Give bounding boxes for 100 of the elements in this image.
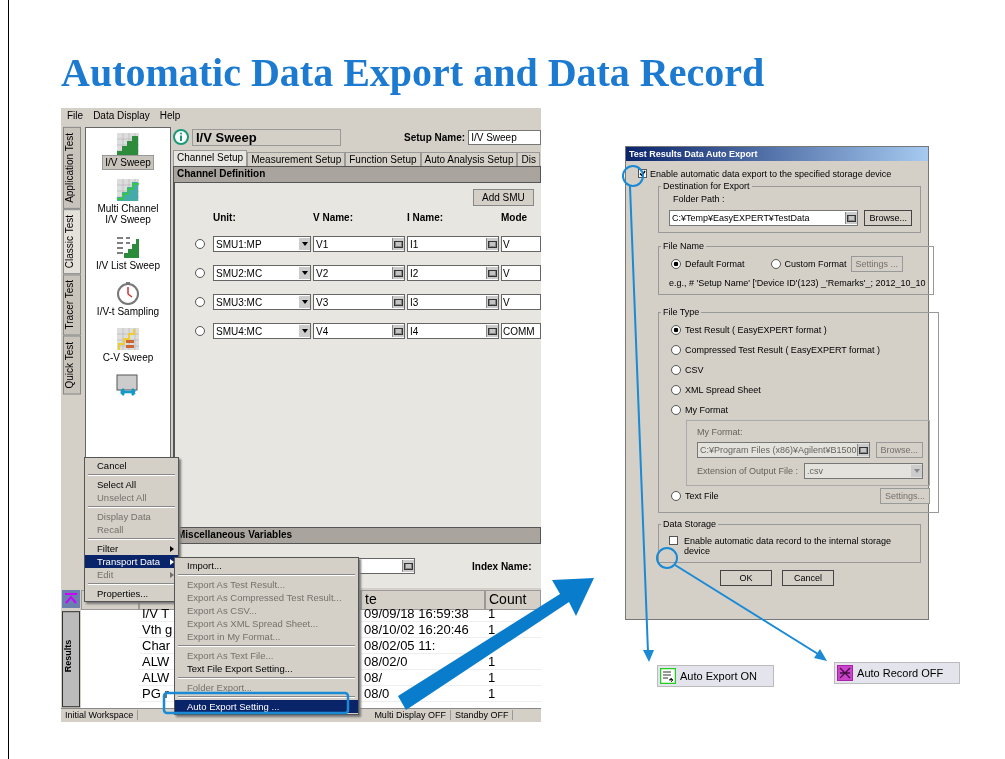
- column-header: Mode: [501, 212, 529, 224]
- radio-label: XML Spread Sheet: [685, 385, 761, 395]
- step-chart-icon[interactable]: [116, 132, 140, 157]
- v-name-field[interactable]: V3: [313, 294, 405, 311]
- mode-field[interactable]: COMM: [501, 323, 541, 340]
- step-chart-icon[interactable]: [116, 235, 140, 260]
- table-cell: 08/10/02 16:20:46: [361, 622, 485, 639]
- unit-dropdown[interactable]: SMU2:MC: [213, 265, 311, 282]
- menu-bar-item[interactable]: Data Display: [93, 110, 150, 122]
- setup-name-label: Setup Name:: [404, 131, 466, 143]
- radio-button[interactable]: [671, 259, 681, 269]
- dropdown-arrow-icon[interactable]: [301, 271, 308, 276]
- radio-label: Compressed Test Result ( EasyEXPERT format ): [685, 345, 881, 355]
- mode-field[interactable]: V: [501, 265, 541, 282]
- side-tab[interactable]: Quick Test: [63, 335, 81, 395]
- v-name-field[interactable]: V4: [313, 323, 405, 340]
- v-name-field[interactable]: V1: [313, 236, 405, 253]
- menu-bar-item[interactable]: File: [67, 110, 84, 122]
- monitor-icon[interactable]: [116, 373, 140, 398]
- dialog-button[interactable]: Cancel: [782, 570, 834, 586]
- i-name-field[interactable]: I2: [407, 265, 499, 282]
- radio-button[interactable]: [671, 405, 681, 415]
- setup-name-field[interactable]: I/V Sweep: [468, 129, 541, 145]
- test-label[interactable]: C-V Sweep: [100, 351, 156, 365]
- i-name-field[interactable]: I1: [407, 236, 499, 253]
- radio-button[interactable]: [671, 491, 681, 501]
- column-header: I Name:: [407, 212, 445, 224]
- test-label[interactable]: I/V Sweep: [103, 156, 153, 170]
- group-legend: Data Storage: [661, 519, 719, 529]
- group-legend: File Type: [661, 307, 702, 317]
- test-label[interactable]: Multi Channel I/V Sweep: [88, 202, 168, 227]
- mode-field[interactable]: V: [501, 236, 541, 253]
- checkbox[interactable]: [669, 536, 678, 545]
- status-indicator[interactable]: Auto Record OFF: [834, 662, 961, 684]
- tab[interactable]: Measurement Setup: [247, 152, 346, 167]
- radio-button[interactable]: [671, 365, 681, 375]
- tab[interactable]: Function Setup: [345, 152, 421, 167]
- table-cell: 09/09/18 16:59:38: [361, 606, 485, 623]
- add-smu-button[interactable]: Add SMU: [473, 189, 534, 207]
- side-tab[interactable]: Application Test: [63, 127, 81, 210]
- radio-label: Test Result ( EasyEXPERT format ): [685, 325, 827, 335]
- tab[interactable]: Dis: [517, 152, 540, 167]
- menu-item[interactable]: Filter: [85, 542, 178, 555]
- dialog-title: Test Results Data Auto Export: [626, 147, 928, 161]
- radio-label: My Format: [685, 405, 728, 415]
- radio-label: CSV: [685, 365, 704, 375]
- mode-field[interactable]: V: [501, 294, 541, 311]
- slide-title: Automatic Data Export and Data Record: [60, 49, 766, 97]
- menu-item[interactable]: Import...: [175, 559, 358, 572]
- radio-button[interactable]: [671, 385, 681, 395]
- browse-button[interactable]: Browse...: [864, 210, 912, 226]
- group-legend: File Name: [661, 241, 706, 251]
- radio-button[interactable]: [770, 259, 781, 269]
- radio-button[interactable]: [671, 345, 681, 355]
- folder-path-label: Folder Path :: [672, 194, 726, 204]
- test-label[interactable]: I/V-t Sampling: [94, 305, 162, 319]
- checkbox[interactable]: [638, 169, 647, 178]
- status-item: Initial Workspace: [61, 710, 139, 721]
- menu-item[interactable]: Select All: [85, 478, 178, 491]
- checkbox-label: Enable automatic data record to the internal storage device: [684, 536, 893, 556]
- step-chart-icon[interactable]: [116, 327, 140, 352]
- unit-dropdown[interactable]: SMU1:MP: [213, 236, 311, 253]
- radio-label: Text File: [685, 491, 719, 501]
- unit-dropdown[interactable]: SMU4:MC: [213, 323, 311, 340]
- side-tab[interactable]: Tracer Test: [63, 274, 81, 336]
- radio-button[interactable]: [195, 297, 205, 308]
- my-format-label: My Format:: [697, 427, 744, 437]
- radio-label: Custom Format: [784, 259, 847, 269]
- status-indicator[interactable]: Auto Export ON: [657, 665, 775, 687]
- radio-button[interactable]: [195, 326, 205, 337]
- i-name-field[interactable]: I3: [407, 294, 499, 311]
- dialog-button[interactable]: OK: [720, 570, 772, 586]
- menu-item[interactable]: Properties...: [85, 587, 178, 600]
- menu-item[interactable]: Transport Data: [85, 555, 178, 568]
- radio-button[interactable]: [671, 325, 681, 335]
- test-label[interactable]: I/V List Sweep: [94, 259, 162, 273]
- document-arrow-icon: [660, 668, 676, 684]
- results-tab[interactable]: Results: [62, 611, 80, 708]
- tab[interactable]: Auto Analysis Setup: [420, 152, 518, 167]
- dropdown-arrow-icon[interactable]: [301, 242, 308, 247]
- menu-bar-item[interactable]: Help: [159, 110, 181, 122]
- radio-label: Default Format: [685, 259, 745, 269]
- radio-button[interactable]: [195, 239, 205, 250]
- dropdown-arrow-icon[interactable]: [301, 300, 308, 305]
- menu-item[interactable]: Cancel: [85, 459, 178, 472]
- status-item: Multi Display OFF: [370, 710, 451, 721]
- stopwatch-icon[interactable]: [116, 281, 140, 306]
- status-item: Standby OFF: [450, 710, 514, 721]
- highlight-circle: [656, 547, 678, 569]
- side-tab[interactable]: Classic Test: [63, 209, 81, 275]
- step-chart-icon[interactable]: [116, 178, 140, 203]
- i-name-field[interactable]: I4: [407, 323, 499, 340]
- checkbox-label: Enable automatic data export to the specified storage device: [650, 169, 892, 179]
- info-icon: [173, 129, 189, 146]
- dropdown-arrow-icon[interactable]: [301, 329, 308, 334]
- unit-dropdown[interactable]: SMU3:MC: [213, 294, 311, 311]
- v-name-field[interactable]: V2: [313, 265, 405, 282]
- folder-path-field[interactable]: C:¥Temp¥EasyEXPERT¥TestData: [669, 210, 859, 226]
- tab[interactable]: Channel Setup: [173, 150, 248, 167]
- radio-button[interactable]: [195, 268, 205, 279]
